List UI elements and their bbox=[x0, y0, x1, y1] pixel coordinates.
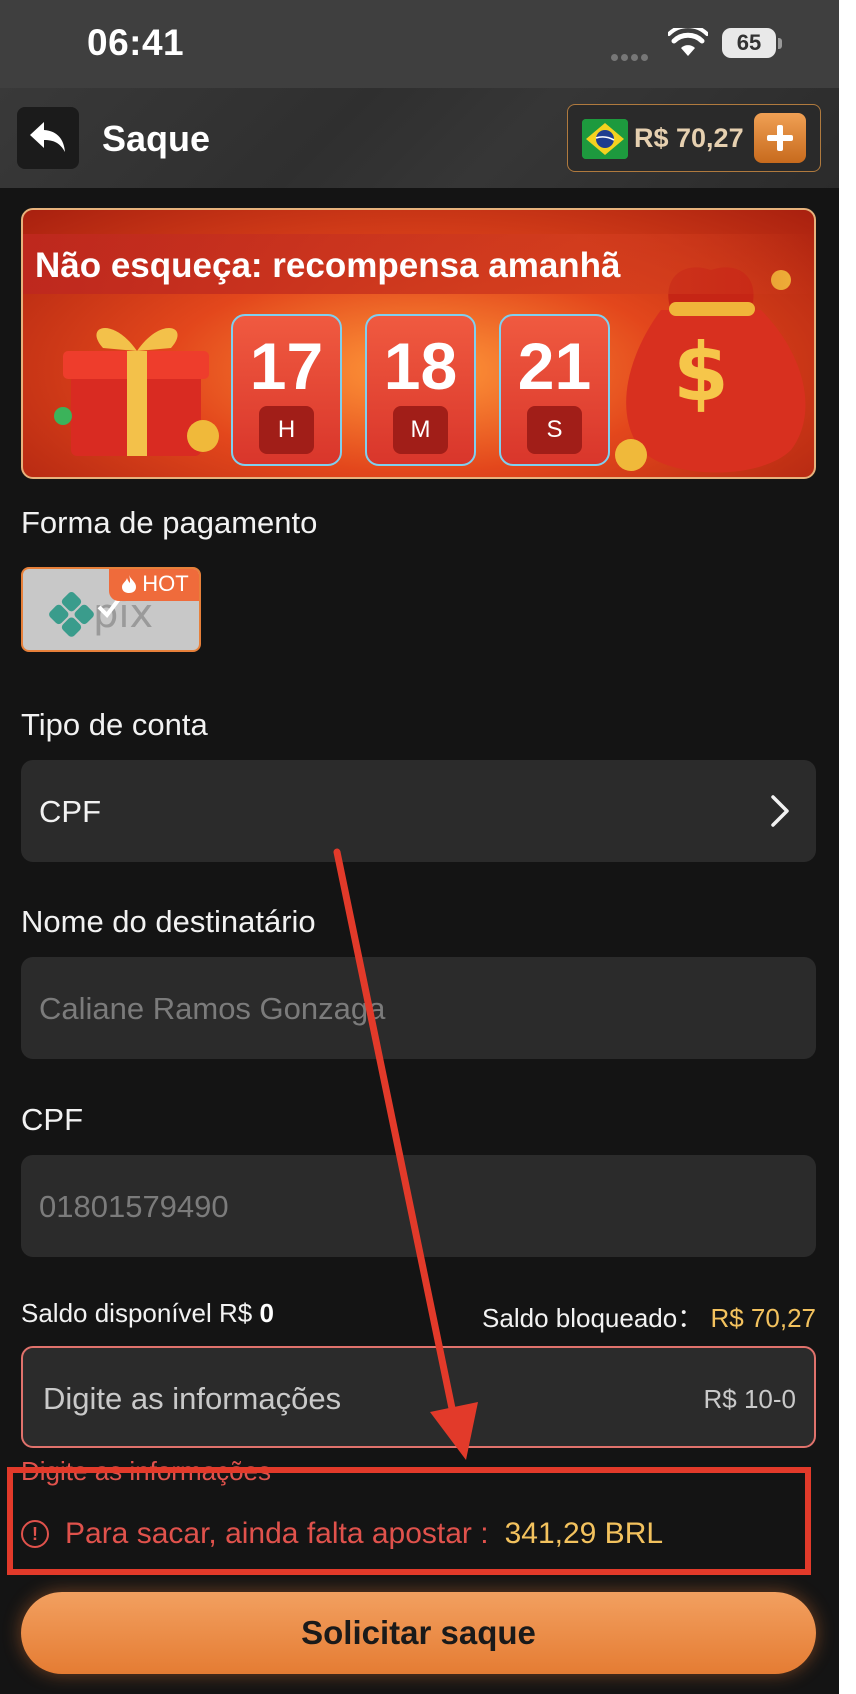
deposit-plus-button[interactable] bbox=[754, 113, 806, 163]
banner-title: Não esqueça: recompensa amanhã bbox=[35, 246, 621, 285]
signal-dots-icon bbox=[611, 48, 657, 61]
balance-row: Saldo disponível R$ 0 Saldo bloqueado： R… bbox=[21, 1296, 816, 1336]
flame-icon bbox=[122, 575, 137, 593]
amount-range: R$ 10-0 bbox=[703, 1384, 797, 1414]
gift-box-icon bbox=[54, 328, 219, 456]
withdraw-screen: 06:41 65 Saque R$ 70,27 $ Não esqueça: r… bbox=[0, 0, 839, 1694]
withdraw-amount-input[interactable]: Digite as informações R$ 10-0 bbox=[21, 1346, 816, 1448]
app-header: Saque R$ 70,27 bbox=[0, 88, 839, 188]
cpf-value: 01801579490 bbox=[39, 1189, 229, 1224]
recipient-name-field[interactable]: Caliane Ramos Gonzaga bbox=[21, 957, 816, 1059]
countdown-hours: 17 H bbox=[231, 314, 342, 466]
brazil-flag-icon bbox=[582, 119, 628, 159]
svg-text:$: $ bbox=[673, 326, 729, 419]
balance-amount: R$ 70,27 bbox=[634, 123, 744, 153]
battery-indicator: 65 bbox=[722, 28, 776, 58]
status-bar: 06:41 65 bbox=[0, 0, 839, 88]
countdown-seconds-unit: S bbox=[527, 406, 582, 454]
wager-warning: ! Para sacar, ainda falta apostar : 341,… bbox=[21, 1517, 663, 1551]
page-title: Saque bbox=[102, 118, 211, 159]
hot-badge-label: HOT bbox=[142, 571, 189, 596]
wager-warning-amount: 341,29 BRL bbox=[504, 1517, 664, 1550]
blocked-balance: Saldo bloqueado： R$ 70,27 bbox=[482, 1298, 816, 1335]
countdown-hours-unit: H bbox=[259, 406, 314, 454]
available-balance-value: 0 bbox=[259, 1298, 274, 1328]
blocked-balance-label: Saldo bloqueado： bbox=[482, 1303, 704, 1333]
chevron-right-icon bbox=[771, 795, 789, 827]
countdown-minutes-unit: M bbox=[393, 406, 448, 454]
countdown-seconds: 21 S bbox=[499, 314, 610, 466]
countdown-hours-value: 17 bbox=[249, 329, 324, 403]
countdown-minutes-value: 18 bbox=[383, 329, 458, 403]
hot-badge: HOT bbox=[109, 569, 199, 601]
account-type-label: Tipo de conta bbox=[21, 707, 208, 742]
battery-tip bbox=[778, 38, 782, 49]
banner-title-bar: Não esqueça: recompensa amanhã bbox=[23, 234, 814, 294]
payment-method-label: Forma de pagamento bbox=[21, 505, 318, 540]
account-type-value: CPF bbox=[39, 794, 101, 829]
pix-payment-option[interactable]: pix HOT bbox=[21, 567, 201, 652]
available-balance: Saldo disponível R$ 0 bbox=[21, 1298, 274, 1329]
warning-icon: ! bbox=[21, 1520, 49, 1548]
reward-banner[interactable]: $ Não esqueça: recompensa amanhã 17 H 18… bbox=[21, 208, 816, 479]
plus-icon bbox=[767, 125, 793, 151]
recipient-name-value: Caliane Ramos Gonzaga bbox=[39, 991, 386, 1026]
wager-warning-text: Para sacar, ainda falta apostar : bbox=[65, 1517, 489, 1550]
countdown-seconds-value: 21 bbox=[517, 329, 592, 403]
countdown-minutes: 18 M bbox=[365, 314, 476, 466]
back-arrow-icon bbox=[30, 122, 65, 152]
wallet-balance: R$ 70,27 bbox=[567, 104, 821, 172]
available-balance-label: Saldo disponível R$ bbox=[21, 1298, 253, 1328]
request-withdraw-button[interactable]: Solicitar saque bbox=[21, 1592, 816, 1674]
account-type-select[interactable]: CPF bbox=[21, 760, 816, 862]
blocked-balance-value: R$ 70,27 bbox=[710, 1303, 816, 1333]
cpf-label: CPF bbox=[21, 1102, 83, 1137]
recipient-label: Nome do destinatário bbox=[21, 904, 316, 939]
wifi-icon bbox=[667, 24, 709, 63]
back-button[interactable] bbox=[17, 107, 79, 169]
cpf-field[interactable]: 01801579490 bbox=[21, 1155, 816, 1257]
amount-placeholder: Digite as informações bbox=[43, 1381, 342, 1416]
status-time: 06:41 bbox=[87, 22, 185, 63]
